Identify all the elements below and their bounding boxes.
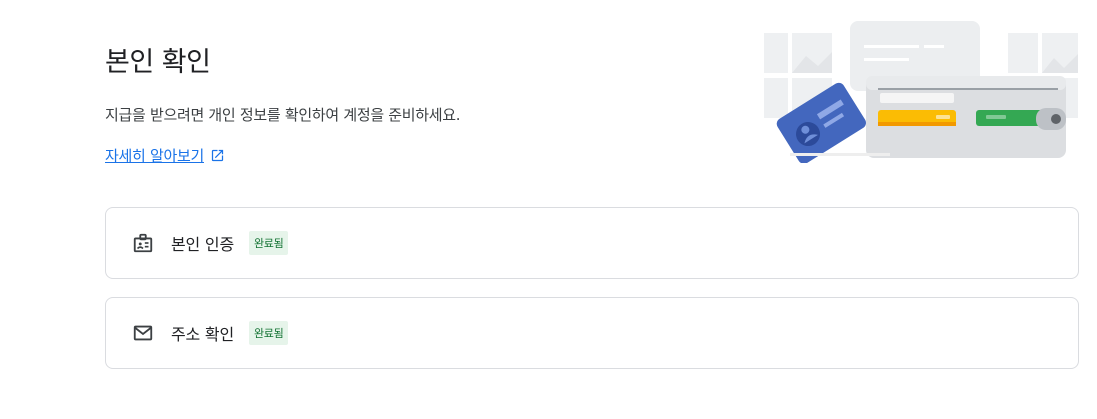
- mail-icon: [132, 322, 154, 344]
- identity-verification-page: 본인 확인 지급을 받으려면 개인 정보를 확인하여 계정을 준비하세요. 자세…: [0, 0, 1097, 419]
- wallet-id-card-illustration: [764, 21, 1078, 163]
- status-badge: 완료됨: [248, 321, 289, 345]
- address-verification-label: 주소 확인: [171, 325, 234, 344]
- id-badge-icon: [132, 232, 154, 254]
- learn-more-label: 자세히 알아보기: [105, 147, 204, 165]
- status-badge: 완료됨: [248, 231, 289, 255]
- identity-verification-card[interactable]: 본인 인증 완료됨: [105, 207, 1079, 279]
- address-verification-card[interactable]: 주소 확인 완료됨: [105, 297, 1079, 369]
- learn-more-link[interactable]: 자세히 알아보기: [105, 145, 225, 166]
- identity-verification-label: 본인 인증: [171, 235, 234, 254]
- page-title: 본인 확인: [105, 47, 211, 78]
- page-description: 지급을 받으려면 개인 정보를 확인하여 계정을 준비하세요.: [105, 106, 461, 124]
- open-in-new-icon: [211, 149, 224, 162]
